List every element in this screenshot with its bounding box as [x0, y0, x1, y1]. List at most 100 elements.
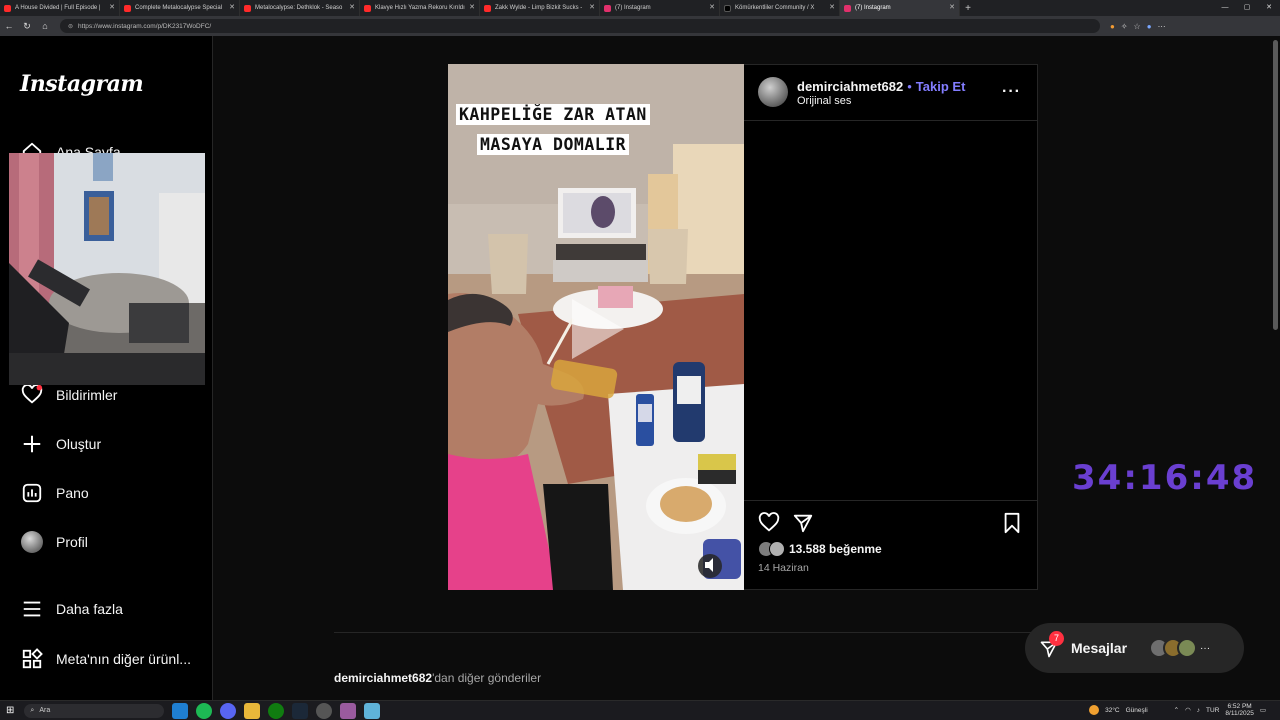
search-icon: ⌕: [30, 706, 35, 714]
volume-icon[interactable]: ♪: [1197, 707, 1200, 714]
sidebar-item-label: Profil: [56, 534, 88, 550]
more-options-icon[interactable]: ···: [1002, 83, 1021, 101]
windows-start-icon[interactable]: ⊞: [6, 705, 14, 716]
browser-tab[interactable]: Complete Metalocalypse Special ✕: [120, 0, 240, 16]
new-tab-icon[interactable]: +: [960, 3, 976, 14]
favorites-icon[interactable]: ☆: [1134, 22, 1141, 31]
page-scrollbar[interactable]: [1273, 40, 1278, 330]
minimize-icon[interactable]: —: [1214, 0, 1236, 16]
app-icon[interactable]: [340, 702, 357, 719]
divider: [744, 120, 1038, 121]
browser-tab[interactable]: Kömürkentliler Community / X ✕: [720, 0, 840, 16]
instagram-icon: [604, 4, 611, 12]
browser-tab[interactable]: Zakk Wylde - Limp Bizkit Sucks - ✕: [480, 0, 600, 16]
message-avatars: [1149, 638, 1198, 658]
close-tab-icon[interactable]: ✕: [349, 3, 355, 11]
sidebar-item-meta-products[interactable]: Meta'nın diğer ürünl...: [20, 647, 191, 671]
close-tab-icon[interactable]: ✕: [949, 3, 955, 11]
sidebar-item-profile[interactable]: Profil: [20, 530, 88, 554]
window-controls: — ▢ ✕: [1214, 0, 1280, 16]
xbox-icon[interactable]: [268, 702, 285, 719]
tray-chevron-icon[interactable]: ⌃: [1174, 706, 1179, 714]
heart-icon: [20, 383, 44, 407]
browser-tab[interactable]: Klavye Hızlı Yazma Rekoru Kırıldı ✕: [360, 0, 480, 16]
sidebar-item-label: Bildirimler: [56, 387, 118, 403]
windows-taskbar: ⊞ ⌕ Ara 32°C Güneşli ⌃ ◠ ♪ TUR 6:52 PM 8…: [0, 700, 1280, 720]
liker-avatar: [769, 541, 785, 557]
url-field[interactable]: ⊜ https://www.instagram.com/p/DK2317WoDF…: [60, 19, 1100, 33]
sidebar-item-label: Daha fazla: [56, 601, 123, 617]
extension-icon[interactable]: ●: [1110, 22, 1115, 31]
profile-avatar: [20, 530, 44, 554]
close-tab-icon[interactable]: ✕: [109, 3, 115, 11]
sidebar-item-dashboard[interactable]: Pano: [20, 481, 89, 505]
like-icon[interactable]: [758, 512, 780, 539]
extensions-puzzle-icon[interactable]: ✧: [1121, 22, 1128, 31]
webcam-overlay: [9, 153, 205, 385]
browser-tab-active[interactable]: (7) Instagram ✕: [840, 0, 960, 16]
sidebar-item-more[interactable]: Daha fazla: [20, 597, 123, 621]
browser-tab[interactable]: Metalocalypse: Dethklok - Seaso ✕: [240, 0, 360, 16]
post-date[interactable]: 14 Haziran: [758, 562, 809, 574]
spotify-icon[interactable]: [196, 702, 213, 719]
back-icon[interactable]: ←: [0, 21, 18, 31]
weather-icon[interactable]: [1089, 705, 1100, 715]
menu-icon: [20, 597, 44, 621]
author-username[interactable]: demirciahmet682: [797, 79, 903, 94]
instagram-logo[interactable]: Instagram: [20, 71, 144, 97]
close-tab-icon[interactable]: ✕: [709, 3, 715, 11]
bookmark-icon[interactable]: [1002, 512, 1022, 539]
reload-icon[interactable]: ↻: [18, 21, 36, 32]
more-posts-username[interactable]: demirciahmet682: [334, 671, 432, 685]
browser-toolbar: ● ✧ ☆ ● ⋯: [1110, 22, 1166, 31]
taskbar-search[interactable]: ⌕ Ara: [24, 703, 165, 718]
steam-icon[interactable]: [292, 702, 309, 719]
profile-icon[interactable]: ●: [1147, 22, 1152, 31]
youtube-icon: [124, 4, 131, 12]
share-icon[interactable]: [792, 512, 814, 539]
sidebar-item-label: Pano: [56, 485, 89, 501]
youtube-icon: [484, 4, 491, 12]
address-bar-row: ← ↻ ⌂ ⊜ https://www.instagram.com/p/DK23…: [0, 16, 1280, 36]
author-avatar[interactable]: [758, 77, 788, 107]
timer-overlay: 34:16:48: [1072, 458, 1258, 498]
post-video[interactable]: KAHPELİĞE ZAR ATAN MASAYA DOMALIR: [448, 64, 744, 590]
language-indicator[interactable]: TUR: [1206, 707, 1219, 714]
edge-icon[interactable]: [172, 702, 189, 719]
follow-button[interactable]: Takip Et: [916, 79, 966, 94]
post-header: demirciahmet682 • Takip Et: [797, 79, 965, 94]
home-nav-icon[interactable]: ⌂: [36, 21, 54, 31]
app-icon[interactable]: [364, 702, 381, 719]
discord-icon[interactable]: [220, 702, 237, 719]
post-details-panel: demirciahmet682 • Takip Et Orijinal ses …: [744, 64, 1038, 590]
clock-tray[interactable]: 6:52 PM 8/11/2025: [1225, 703, 1253, 717]
close-window-icon[interactable]: ✕: [1258, 0, 1280, 16]
avatar: [1177, 638, 1198, 658]
maximize-icon[interactable]: ▢: [1236, 0, 1258, 16]
wifi-icon[interactable]: ◠: [1185, 706, 1191, 714]
grid-icon: [20, 647, 44, 671]
close-tab-icon[interactable]: ✕: [469, 3, 475, 11]
x-icon: [724, 4, 731, 12]
close-tab-icon[interactable]: ✕: [229, 3, 235, 11]
likes-row[interactable]: 13.588 beğenme: [758, 541, 882, 557]
sidebar-item-label: Meta'nın diğer ürünl...: [56, 651, 191, 667]
file-explorer-icon[interactable]: [244, 702, 261, 719]
close-tab-icon[interactable]: ✕: [829, 3, 835, 11]
obs-icon[interactable]: [316, 702, 333, 719]
sidebar-item-notifications[interactable]: Bildirimler: [20, 383, 117, 407]
sidebar-item-label: Oluştur: [56, 436, 102, 452]
notification-icon[interactable]: ▭: [1260, 706, 1266, 714]
close-tab-icon[interactable]: ✕: [589, 3, 595, 11]
unread-badge: 7: [1049, 631, 1064, 646]
browser-tab[interactable]: (7) Instagram ✕: [600, 0, 720, 16]
browser-tab[interactable]: A House Divided | Full Episode | ✕: [0, 0, 120, 16]
messages-button[interactable]: 7 Mesajlar ···: [1025, 623, 1244, 673]
menu-dots-icon[interactable]: ⋯: [1158, 22, 1166, 31]
system-tray: 32°C Güneşli ⌃ ◠ ♪ TUR 6:52 PM 8/11/2025…: [1089, 703, 1266, 717]
sidebar-item-create[interactable]: Oluştur: [20, 432, 101, 456]
browser-tab-bar: A House Divided | Full Episode | ✕ Comple…: [0, 0, 1280, 16]
audio-label[interactable]: Orijinal ses: [797, 95, 851, 107]
site-info-icon[interactable]: ⊜: [68, 23, 73, 30]
likes-count[interactable]: 13.588 beğenme: [789, 542, 882, 556]
